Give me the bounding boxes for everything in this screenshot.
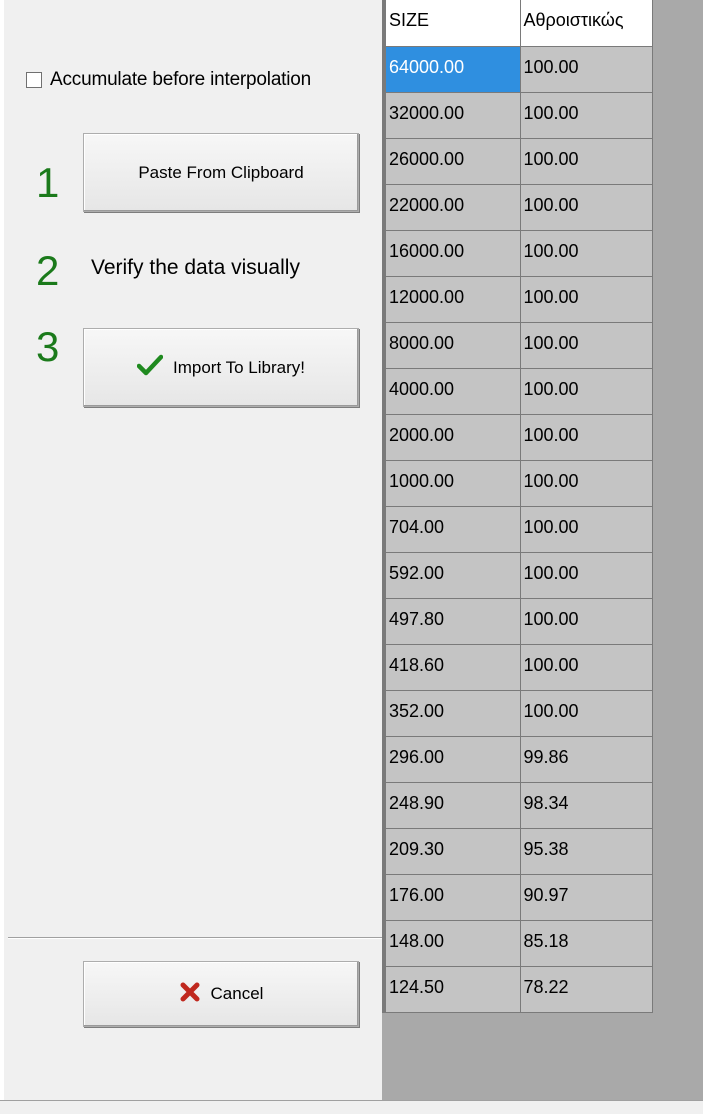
cumulative-cell[interactable]: 100.00 (520, 690, 653, 737)
table-row: 592.00 100.00 (382, 552, 653, 599)
data-grid[interactable]: SIZE Αθροιστικώς 64000.00 100.00 32000.00 1… (382, 0, 703, 1100)
column-header-cumulative[interactable]: Αθροιστικώς (520, 0, 653, 47)
table-row: 12000.00 100.00 (382, 276, 653, 323)
size-cell[interactable]: 209.30 (382, 828, 521, 875)
table-row: 148.00 85.18 (382, 920, 653, 967)
cumulative-cell[interactable]: 100.00 (520, 46, 653, 93)
accumulate-checkbox[interactable] (26, 72, 42, 88)
size-cell[interactable]: 352.00 (382, 690, 521, 737)
table-row: 352.00 100.00 (382, 690, 653, 737)
paste-from-clipboard-label: Paste From Clipboard (138, 162, 304, 182)
size-cell[interactable]: 22000.00 (382, 184, 521, 231)
accumulate-checkbox-row[interactable]: Accumulate before interpolation (26, 66, 311, 94)
paste-from-clipboard-button[interactable]: Paste From Clipboard (83, 133, 359, 212)
cumulative-cell[interactable]: 100.00 (520, 230, 653, 277)
table-row: 497.80 100.00 (382, 598, 653, 645)
import-to-library-button[interactable]: Import To Library! (83, 328, 359, 407)
size-cell[interactable]: 64000.00 (382, 46, 521, 93)
cumulative-cell[interactable]: 100.00 (520, 506, 653, 553)
table-row: 124.50 78.22 (382, 966, 653, 1013)
size-cell[interactable]: 124.50 (382, 966, 521, 1013)
cumulative-cell[interactable]: 95.38 (520, 828, 653, 875)
cumulative-cell[interactable]: 85.18 (520, 920, 653, 967)
size-cell[interactable]: 4000.00 (382, 368, 521, 415)
size-cell[interactable]: 26000.00 (382, 138, 521, 185)
size-cell[interactable]: 704.00 (382, 506, 521, 553)
data-grid-table: SIZE Αθροιστικώς 64000.00 100.00 32000.00 1… (382, 0, 653, 1013)
cumulative-cell[interactable]: 100.00 (520, 598, 653, 645)
table-row: 22000.00 100.00 (382, 184, 653, 231)
step-1-number: 1 (36, 159, 60, 206)
size-cell[interactable]: 497.80 (382, 598, 521, 645)
size-cell[interactable]: 418.60 (382, 644, 521, 691)
table-row: 16000.00 100.00 (382, 230, 653, 277)
status-bar (0, 1100, 703, 1114)
cumulative-cell[interactable]: 98.34 (520, 782, 653, 829)
size-cell[interactable]: 1000.00 (382, 460, 521, 507)
checkmark-icon (136, 354, 164, 381)
cumulative-cell[interactable]: 100.00 (520, 460, 653, 507)
table-row: 1000.00 100.00 (382, 460, 653, 507)
size-cell[interactable]: 8000.00 (382, 322, 521, 369)
step-3-number: 3 (36, 323, 60, 370)
table-row: 26000.00 100.00 (382, 138, 653, 185)
grid-header-row: SIZE Αθροιστικώς (382, 0, 653, 47)
size-cell[interactable]: 2000.00 (382, 414, 521, 461)
size-cell[interactable]: 12000.00 (382, 276, 521, 323)
cumulative-cell[interactable]: 100.00 (520, 138, 653, 185)
x-icon (179, 981, 201, 1008)
table-row: 64000.00 100.00 (382, 46, 653, 93)
cumulative-cell[interactable]: 100.00 (520, 184, 653, 231)
cumulative-cell[interactable]: 100.00 (520, 322, 653, 369)
table-row: 8000.00 100.00 (382, 322, 653, 369)
size-cell[interactable]: 248.90 (382, 782, 521, 829)
size-cell[interactable]: 592.00 (382, 552, 521, 599)
panel-divider (8, 937, 386, 939)
verify-instruction: Verify the data visually (91, 256, 300, 279)
cumulative-cell[interactable]: 100.00 (520, 92, 653, 139)
accumulate-checkbox-label: Accumulate before interpolation (50, 69, 312, 90)
import-to-library-label: Import To Library! (173, 357, 305, 377)
table-row: 296.00 99.86 (382, 736, 653, 783)
cumulative-cell[interactable]: 90.97 (520, 874, 653, 921)
size-cell[interactable]: 32000.00 (382, 92, 521, 139)
cumulative-cell[interactable]: 100.00 (520, 276, 653, 323)
cumulative-cell[interactable]: 100.00 (520, 644, 653, 691)
cumulative-cell[interactable]: 78.22 (520, 966, 653, 1013)
step-2-number: 2 (36, 247, 60, 294)
column-header-size[interactable]: SIZE (382, 0, 521, 47)
size-cell[interactable]: 296.00 (382, 736, 521, 783)
table-row: 176.00 90.97 (382, 874, 653, 921)
table-row: 248.90 98.34 (382, 782, 653, 829)
cumulative-cell[interactable]: 100.00 (520, 368, 653, 415)
grid-body: 64000.00 100.00 32000.00 100.00 26000.00 100.… (382, 46, 653, 1013)
table-row: 209.30 95.38 (382, 828, 653, 875)
table-row: 2000.00 100.00 (382, 414, 653, 461)
table-row: 418.60 100.00 (382, 644, 653, 691)
table-row: 704.00 100.00 (382, 506, 653, 553)
import-options-panel: Accumulate before interpolation 1 Paste … (4, 0, 386, 1100)
size-cell[interactable]: 148.00 (382, 920, 521, 967)
cumulative-cell[interactable]: 100.00 (520, 552, 653, 599)
table-row: 4000.00 100.00 (382, 368, 653, 415)
cumulative-cell[interactable]: 100.00 (520, 414, 653, 461)
cumulative-cell[interactable]: 99.86 (520, 736, 653, 783)
cancel-label: Cancel (210, 984, 264, 1003)
size-cell[interactable]: 16000.00 (382, 230, 521, 277)
size-cell[interactable]: 176.00 (382, 874, 521, 921)
table-row: 32000.00 100.00 (382, 92, 653, 139)
cancel-button[interactable]: Cancel (83, 961, 359, 1027)
